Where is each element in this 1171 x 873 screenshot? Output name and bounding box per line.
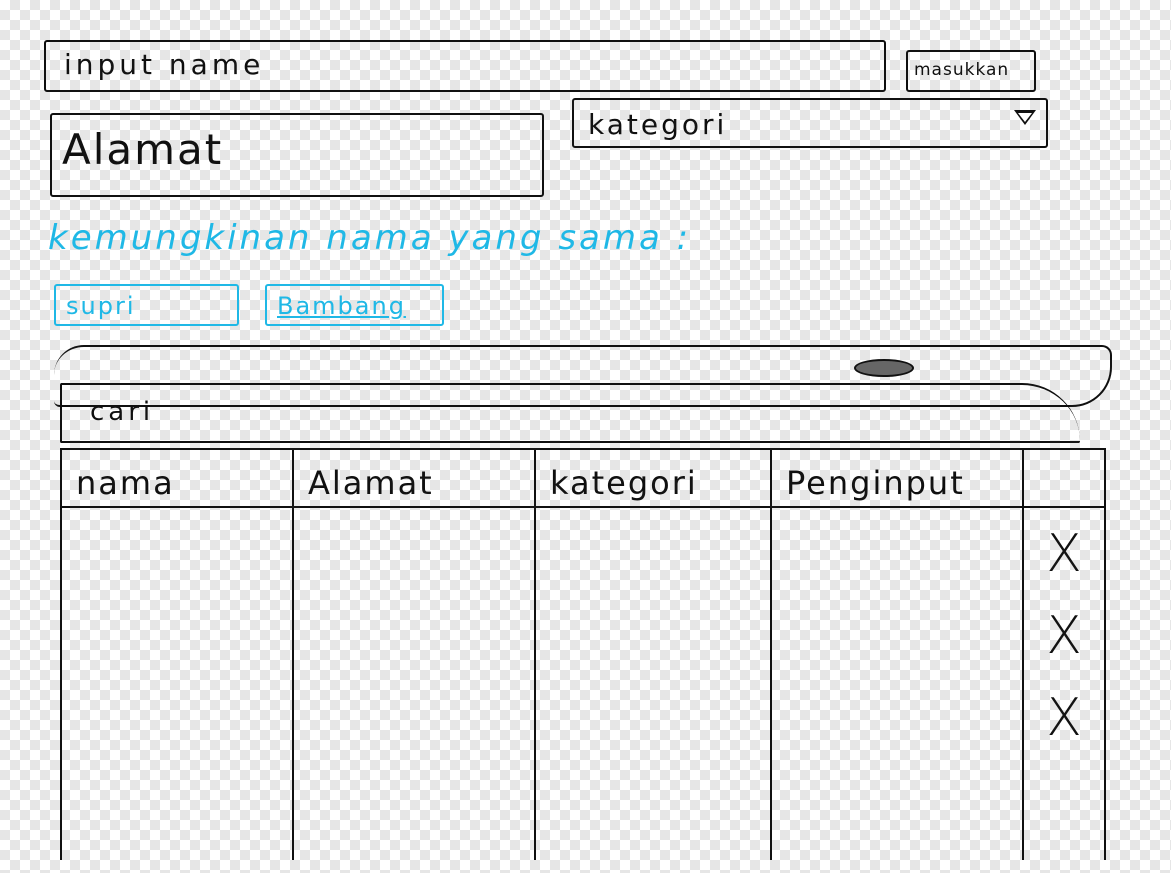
submit-button[interactable]: masukkan — [906, 50, 1036, 92]
submit-button-label: masukkan — [914, 60, 1010, 80]
category-select-placeholder: kategori — [588, 108, 728, 141]
table-row: X X X — [60, 507, 1106, 860]
similar-name-chip-label: Bambang — [277, 292, 406, 320]
table-cell — [60, 507, 294, 860]
chevron-down-icon[interactable] — [1014, 110, 1036, 125]
table-cell — [534, 507, 772, 860]
table-cell — [292, 507, 536, 860]
column-header-actions — [1022, 449, 1106, 508]
table-cell — [770, 507, 1024, 860]
name-input[interactable]: input name — [44, 40, 886, 92]
column-header-nama[interactable]: nama — [60, 449, 294, 508]
delete-icon[interactable]: X — [1024, 610, 1104, 662]
column-header-alamat[interactable]: Alamat — [292, 449, 536, 508]
delete-icon[interactable]: X — [1024, 692, 1104, 744]
search-input-placeholder: cari — [90, 397, 155, 427]
data-table: nama Alamat kategori Penginput X X X — [60, 448, 1106, 860]
column-header-penginput[interactable]: Penginput — [770, 449, 1024, 508]
address-input-placeholder: Alamat — [62, 125, 224, 174]
similar-name-chip-label: supri — [66, 292, 136, 320]
delete-icon[interactable]: X — [1024, 528, 1104, 580]
search-input[interactable]: cari — [60, 383, 1080, 443]
similar-name-chip[interactable]: Bambang — [265, 284, 444, 326]
table-header-row: nama Alamat kategori Penginput — [60, 449, 1106, 508]
address-input[interactable]: Alamat — [50, 113, 544, 197]
column-header-kategori[interactable]: kategori — [534, 449, 772, 508]
category-select[interactable]: kategori — [572, 98, 1048, 148]
name-input-placeholder: input name — [64, 48, 265, 81]
scroll-thumb[interactable] — [854, 359, 914, 377]
similar-names-label: kemungkinan nama yang sama : — [48, 218, 692, 258]
similar-name-chip[interactable]: supri — [54, 284, 239, 326]
delete-cell: X X X — [1022, 507, 1106, 860]
